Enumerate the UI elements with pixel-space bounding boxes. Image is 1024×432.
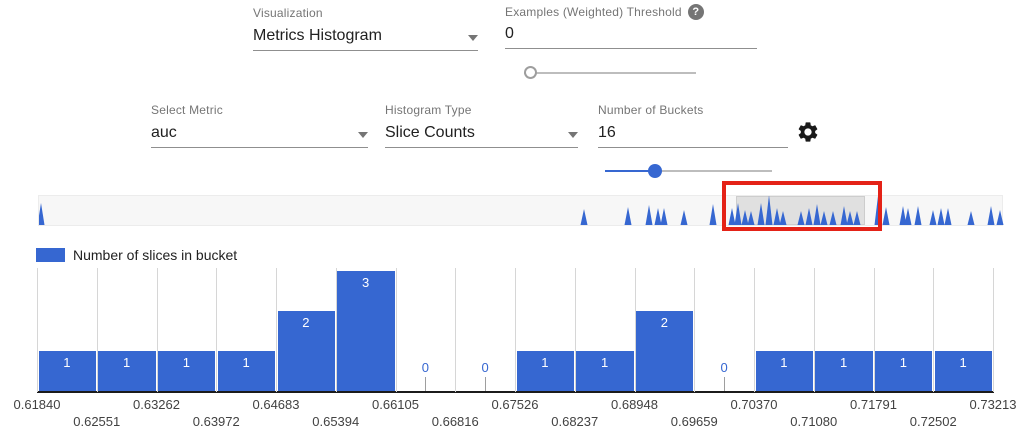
- bar-value-label: 1: [63, 355, 70, 370]
- selection-highlight-box: [722, 181, 882, 231]
- settings-gear-icon[interactable]: [796, 120, 820, 144]
- x-tick-label: 0.68948: [611, 397, 658, 412]
- bar-value-label: 0: [422, 360, 429, 375]
- zero-annotation-stem: [425, 377, 426, 391]
- x-tick-label: 0.70370: [731, 397, 778, 412]
- histogram-type-dropdown[interactable]: Histogram Type Slice Counts: [385, 103, 578, 148]
- bar-value-label: 1: [960, 355, 967, 370]
- x-tick-label: 0.66816: [432, 414, 479, 429]
- x-tick-label: 0.71080: [790, 414, 837, 429]
- x-tick-label: 0.64683: [253, 397, 300, 412]
- x-tick-label: 0.63262: [133, 397, 180, 412]
- threshold-field[interactable]: Examples (Weighted) Threshold ? 0: [505, 4, 757, 49]
- bar-value-label: 3: [362, 275, 369, 290]
- num-buckets-field[interactable]: Number of Buckets 16: [598, 103, 788, 148]
- metrics-histogram-widget: Visualization Metrics Histogram Examples…: [0, 0, 1024, 432]
- bar-value-label: 1: [183, 355, 190, 370]
- gridline: [694, 268, 695, 392]
- bar-value-label: 1: [840, 355, 847, 370]
- bar-value-label: 1: [900, 355, 907, 370]
- zero-annotation-stem: [724, 377, 725, 391]
- x-tick-label: 0.68237: [551, 414, 598, 429]
- slider-thumb[interactable]: [524, 66, 537, 79]
- x-tick-label: 0.72502: [910, 414, 957, 429]
- x-tick-label: 0.62551: [73, 414, 120, 429]
- bar-value-label: 1: [780, 355, 787, 370]
- bar-value-label: 1: [601, 355, 608, 370]
- histogram-chart[interactable]: 1 1 1 1 2 3 0 0 1 1 2 0 1 1 1 1: [37, 268, 994, 392]
- chevron-down-icon[interactable]: [468, 35, 478, 41]
- bar-value-label: 2: [302, 315, 309, 330]
- num-buckets-label: Number of Buckets: [598, 103, 788, 117]
- slider-track[interactable]: [524, 72, 696, 74]
- threshold-slider[interactable]: [524, 66, 696, 80]
- bar-value-label: 0: [482, 360, 489, 375]
- x-tick-label: 0.65394: [312, 414, 359, 429]
- threshold-label: Examples (Weighted) Threshold: [505, 5, 682, 19]
- select-metric-label: Select Metric: [151, 103, 368, 117]
- x-tick-label: 0.67526: [492, 397, 539, 412]
- bar-value-label: 1: [541, 355, 548, 370]
- x-tick-label: 0.73213: [970, 397, 1017, 412]
- chevron-down-icon[interactable]: [568, 132, 578, 138]
- x-tick-label: 0.61840: [14, 397, 61, 412]
- num-buckets-input[interactable]: 16: [598, 124, 616, 142]
- bar-value-label: 0: [721, 360, 728, 375]
- legend-label: Number of slices in bucket: [73, 247, 237, 263]
- x-tick-label: 0.66105: [372, 397, 419, 412]
- gridline: [455, 268, 456, 392]
- x-tick-label: 0.71791: [850, 397, 897, 412]
- gridline: [396, 268, 397, 392]
- x-tick-label: 0.69659: [671, 414, 718, 429]
- num-buckets-slider[interactable]: [605, 164, 772, 178]
- legend: Number of slices in bucket: [36, 247, 237, 263]
- bar-value-label: 2: [661, 315, 668, 330]
- visualization-label: Visualization: [253, 6, 478, 20]
- visualization-value: Metrics Histogram: [253, 27, 382, 45]
- visualization-dropdown[interactable]: Visualization Metrics Histogram: [253, 6, 478, 51]
- gridline: [993, 268, 994, 392]
- chevron-down-icon[interactable]: [358, 132, 368, 138]
- threshold-input[interactable]: 0: [505, 25, 514, 43]
- x-axis-labels: 0.618400.625510.632620.639720.646830.653…: [37, 397, 994, 431]
- bar-value-label: 1: [123, 355, 130, 370]
- x-tick-label: 0.63972: [193, 414, 240, 429]
- zero-annotation-stem: [485, 377, 486, 391]
- histogram-type-label: Histogram Type: [385, 103, 578, 117]
- select-metric-dropdown[interactable]: Select Metric auc: [151, 103, 368, 148]
- help-icon[interactable]: ?: [688, 4, 704, 20]
- slider-thumb[interactable]: [648, 164, 662, 178]
- legend-swatch: [36, 248, 65, 262]
- bar-value-label: 1: [243, 355, 250, 370]
- histogram-type-value: Slice Counts: [385, 124, 475, 142]
- select-metric-value: auc: [151, 124, 177, 142]
